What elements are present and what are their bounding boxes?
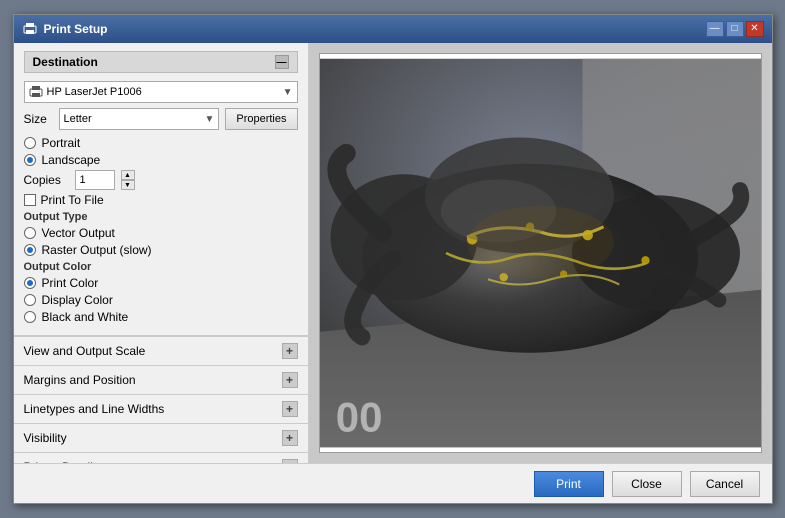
raster-row: Raster Output (slow) — [24, 243, 298, 257]
title-controls: — □ ✕ — [706, 21, 764, 37]
visibility-section[interactable]: Visibility + — [14, 423, 308, 452]
preview-render: 00 — [320, 54, 761, 452]
left-panel: Destination — HP LaserJet — [14, 43, 309, 463]
destination-section: Destination — HP LaserJet — [14, 43, 308, 336]
right-panel: 00 — [309, 43, 772, 463]
destination-header: Destination — — [24, 51, 298, 73]
print-to-file-label: Print To File — [41, 193, 104, 207]
margins-position-toggle[interactable]: + — [282, 372, 298, 388]
print-setup-dialog: Print Setup — □ ✕ Destination — — [13, 14, 773, 504]
print-color-radio[interactable] — [24, 277, 36, 289]
properties-button[interactable]: Properties — [225, 108, 297, 130]
copies-up-btn[interactable]: ▲ — [121, 170, 135, 180]
vector-row: Vector Output — [24, 226, 298, 240]
printer-name: HP LaserJet P1006 — [47, 86, 283, 98]
title-bar-left: Print Setup — [22, 21, 108, 37]
bw-row: Black and White — [24, 310, 298, 324]
printer-select-inner: HP LaserJet P1006 — [29, 85, 283, 99]
copies-input[interactable] — [75, 170, 115, 190]
visibility-toggle[interactable]: + — [282, 430, 298, 446]
svg-text:00: 00 — [335, 394, 382, 441]
vector-radio[interactable] — [24, 227, 36, 239]
display-color-radio[interactable] — [24, 294, 36, 306]
portrait-label: Portrait — [42, 136, 81, 150]
dialog-footer: Print Close Cancel — [14, 463, 772, 503]
vector-label: Vector Output — [42, 226, 115, 240]
display-color-label: Display Color — [42, 293, 113, 307]
landscape-radio[interactable] — [24, 154, 36, 166]
size-row: Size Letter ▼ Properties — [24, 108, 298, 130]
copies-label: Copies — [24, 173, 69, 187]
visibility-label: Visibility — [24, 431, 67, 445]
maximize-button[interactable]: □ — [726, 21, 744, 37]
copies-spinner: ▲ ▼ — [121, 170, 135, 190]
output-color-section: Output Color Print Color Display Color B… — [24, 261, 298, 324]
linetypes-toggle[interactable]: + — [282, 401, 298, 417]
printer-title-icon — [22, 21, 38, 37]
landscape-label: Landscape — [42, 153, 101, 167]
close-title-button[interactable]: ✕ — [746, 21, 764, 37]
minimize-button[interactable]: — — [706, 21, 724, 37]
copies-down-btn[interactable]: ▼ — [121, 180, 135, 190]
linetypes-label: Linetypes and Line Widths — [24, 402, 165, 416]
linetypes-section[interactable]: Linetypes and Line Widths + — [14, 394, 308, 423]
print-to-file-row: Print To File — [24, 193, 298, 207]
output-type-section: Output Type Vector Output Raster Output … — [24, 211, 298, 257]
copies-row: Copies ▲ ▼ — [24, 170, 298, 190]
margins-position-label: Margins and Position — [24, 373, 136, 387]
size-value: Letter — [64, 113, 205, 125]
landscape-row: Landscape — [24, 153, 298, 167]
view-output-scale-toggle[interactable]: + — [282, 343, 298, 359]
preview-frame: 00 — [319, 53, 762, 453]
printer-row: HP LaserJet P1006 ▼ — [24, 81, 298, 103]
margins-position-section[interactable]: Margins and Position + — [14, 365, 308, 394]
cancel-button[interactable]: Cancel — [690, 471, 760, 497]
output-color-label: Output Color — [24, 261, 298, 273]
view-output-scale-section[interactable]: View and Output Scale + — [14, 336, 308, 365]
print-color-row: Print Color — [24, 276, 298, 290]
close-button[interactable]: Close — [612, 471, 682, 497]
print-button[interactable]: Print — [534, 471, 604, 497]
dialog-title: Print Setup — [44, 22, 108, 36]
view-output-scale-label: View and Output Scale — [24, 344, 146, 358]
print-color-label: Print Color — [42, 276, 99, 290]
output-type-label: Output Type — [24, 211, 298, 223]
size-select[interactable]: Letter ▼ — [59, 108, 220, 130]
size-dropdown-arrow: ▼ — [204, 114, 214, 125]
display-color-row: Display Color — [24, 293, 298, 307]
size-label: Size — [24, 112, 59, 126]
bw-radio[interactable] — [24, 311, 36, 323]
destination-label: Destination — [33, 55, 98, 69]
raster-label: Raster Output (slow) — [42, 243, 152, 257]
destination-collapse-btn[interactable]: — — [275, 55, 289, 69]
portrait-radio[interactable] — [24, 137, 36, 149]
printer-select[interactable]: HP LaserJet P1006 ▼ — [24, 81, 298, 103]
printer-dropdown-arrow: ▼ — [283, 87, 293, 98]
bw-label: Black and White — [42, 310, 129, 324]
raster-radio[interactable] — [24, 244, 36, 256]
print-to-file-checkbox[interactable] — [24, 194, 36, 206]
portrait-row: Portrait — [24, 136, 298, 150]
printer-icon — [29, 85, 43, 99]
printer-details-section[interactable]: Printer Details + — [14, 452, 308, 463]
dialog-body: Destination — HP LaserJet — [14, 43, 772, 463]
title-bar: Print Setup — □ ✕ — [14, 15, 772, 43]
